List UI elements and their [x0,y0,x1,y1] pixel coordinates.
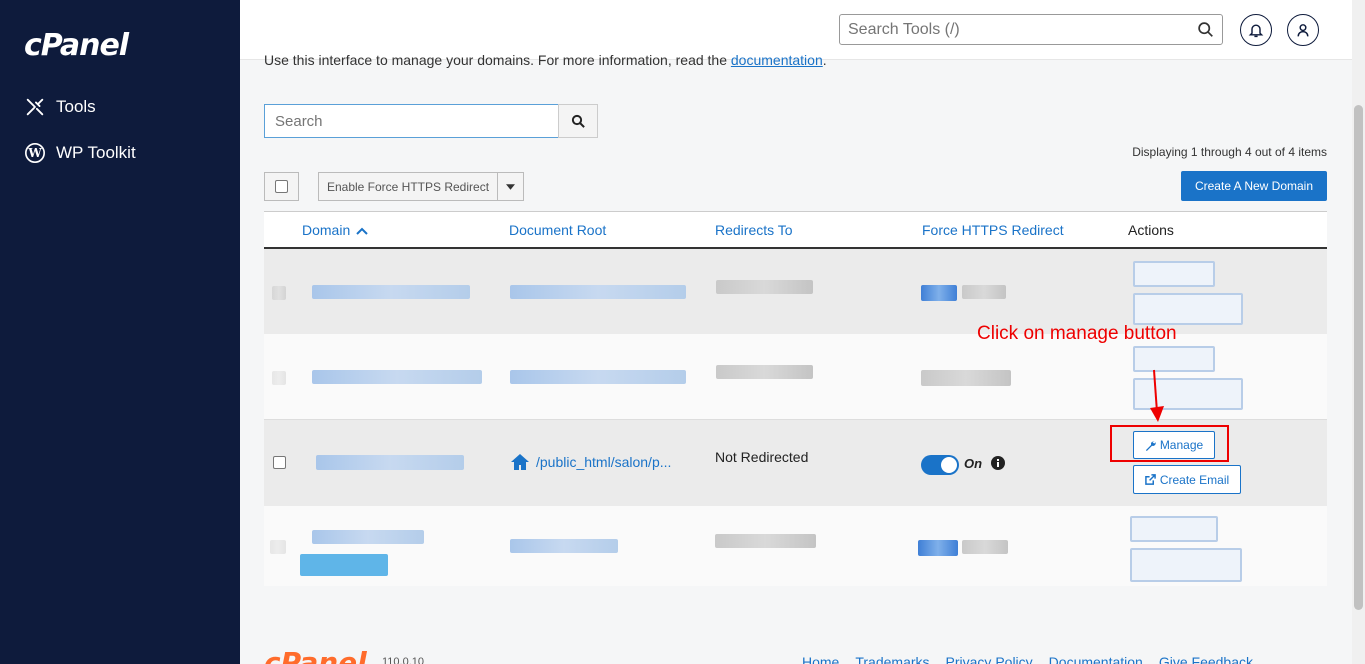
blurred-badge [300,554,388,576]
header-layer [240,0,1352,60]
force-https-status: On [964,456,983,471]
external-link-icon [1144,474,1156,485]
blurred-redirect [716,280,813,294]
scrollbar-thumb[interactable] [1354,105,1363,610]
annotation-text: Click on manage button [977,323,1177,344]
info-icon[interactable] [991,456,1005,470]
user-menu-button[interactable] [1287,14,1319,46]
blurred-redirect [715,534,816,548]
search-icon[interactable] [1197,21,1214,38]
footer-link-home[interactable]: Home [802,654,839,664]
enable-force-https-button[interactable]: Enable Force HTTPS Redirect [318,172,498,201]
domain-search-button[interactable] [558,104,598,138]
row-checkbox[interactable] [273,456,286,469]
create-domain-button[interactable]: Create A New Domain [1181,171,1327,201]
table-header: Domain Document Root Redirects To Force … [264,211,1327,249]
column-force-https[interactable]: Force HTTPS Redirect [922,222,1064,238]
sidebar-item-wp-toolkit[interactable]: W WP Toolkit [24,142,136,164]
column-document-root[interactable]: Document Root [509,222,606,238]
table-row [264,506,1327,586]
column-actions: Actions [1128,222,1174,238]
tools-icon [26,98,44,116]
blurred-manage-button[interactable] [1130,516,1218,542]
blurred-create-email-button[interactable] [1133,293,1243,325]
redirects-to-value: Not Redirected [715,449,809,465]
intro-text: Use this interface to manage your domain… [264,52,827,68]
blurred-create-email-button[interactable] [1130,548,1242,582]
checkbox[interactable] [270,540,286,554]
bell-icon [1248,24,1264,38]
table-row [264,249,1327,334]
sidebar-item-label: Tools [56,97,96,116]
sidebar-item-label: WP Toolkit [56,143,136,162]
blurred-domain [316,455,464,470]
sidebar: cPanel Tools W WP Toolkit [0,0,240,664]
checkbox[interactable] [275,180,288,193]
blurred-domain [312,530,424,544]
blurred-toggle [921,285,957,301]
annotation-arrow [1150,369,1164,422]
blurred-toggle-label [962,540,1008,554]
blurred-domain [312,285,470,299]
footer-link-trademarks[interactable]: Trademarks [855,654,929,664]
cpanel-logo[interactable]: cPanel [24,28,129,63]
select-all-checkbox[interactable] [264,172,299,201]
user-icon [1297,24,1309,37]
footer-version: 110.0.10 [382,656,425,664]
page-scrollbar[interactable] [1352,0,1365,664]
blurred-toggle [921,370,1011,386]
pagination-summary: Displaying 1 through 4 out of 4 items [1132,145,1327,159]
column-domain[interactable]: Domain [302,222,368,238]
domain-search-box[interactable] [264,104,559,138]
document-root-link[interactable]: /public_html/salon/p... [510,453,671,471]
footer-links: Home Trademarks Privacy Policy Documenta… [802,654,1253,664]
footer-cpanel-logo[interactable]: cPanel [264,646,367,664]
blurred-document-root [510,370,686,384]
blurred-document-root [510,285,686,299]
sort-ascending-icon [356,227,368,235]
search-icon [571,114,585,128]
svg-text:W: W [27,146,42,160]
search-tools-box[interactable] [839,14,1223,45]
footer-link-privacy[interactable]: Privacy Policy [946,654,1033,664]
footer-link-feedback[interactable]: Give Feedback [1159,654,1253,664]
blurred-toggle-label [962,285,1006,299]
documentation-link[interactable]: documentation [731,53,823,68]
blurred-manage-button[interactable] [1133,261,1215,287]
blurred-domain [312,370,482,384]
checkbox[interactable] [272,286,286,300]
create-email-button[interactable]: Create Email [1133,465,1241,494]
caret-down-icon [506,183,515,190]
search-tools-input[interactable] [840,15,1180,44]
column-redirects-to[interactable]: Redirects To [715,222,793,238]
blurred-toggle [918,540,958,556]
domain-search-input[interactable] [265,105,558,137]
sidebar-item-tools[interactable]: Tools [24,96,96,118]
annotation-highlight-box [1110,425,1229,462]
home-icon [511,454,529,470]
force-https-toggle[interactable] [921,455,959,475]
checkbox[interactable] [272,371,286,385]
blurred-document-root [510,539,618,553]
blurred-redirect [716,365,813,379]
force-https-dropdown-toggle[interactable] [497,172,524,201]
notifications-button[interactable] [1240,14,1272,46]
footer-link-documentation[interactable]: Documentation [1049,654,1143,664]
wordpress-icon: W [25,143,45,163]
